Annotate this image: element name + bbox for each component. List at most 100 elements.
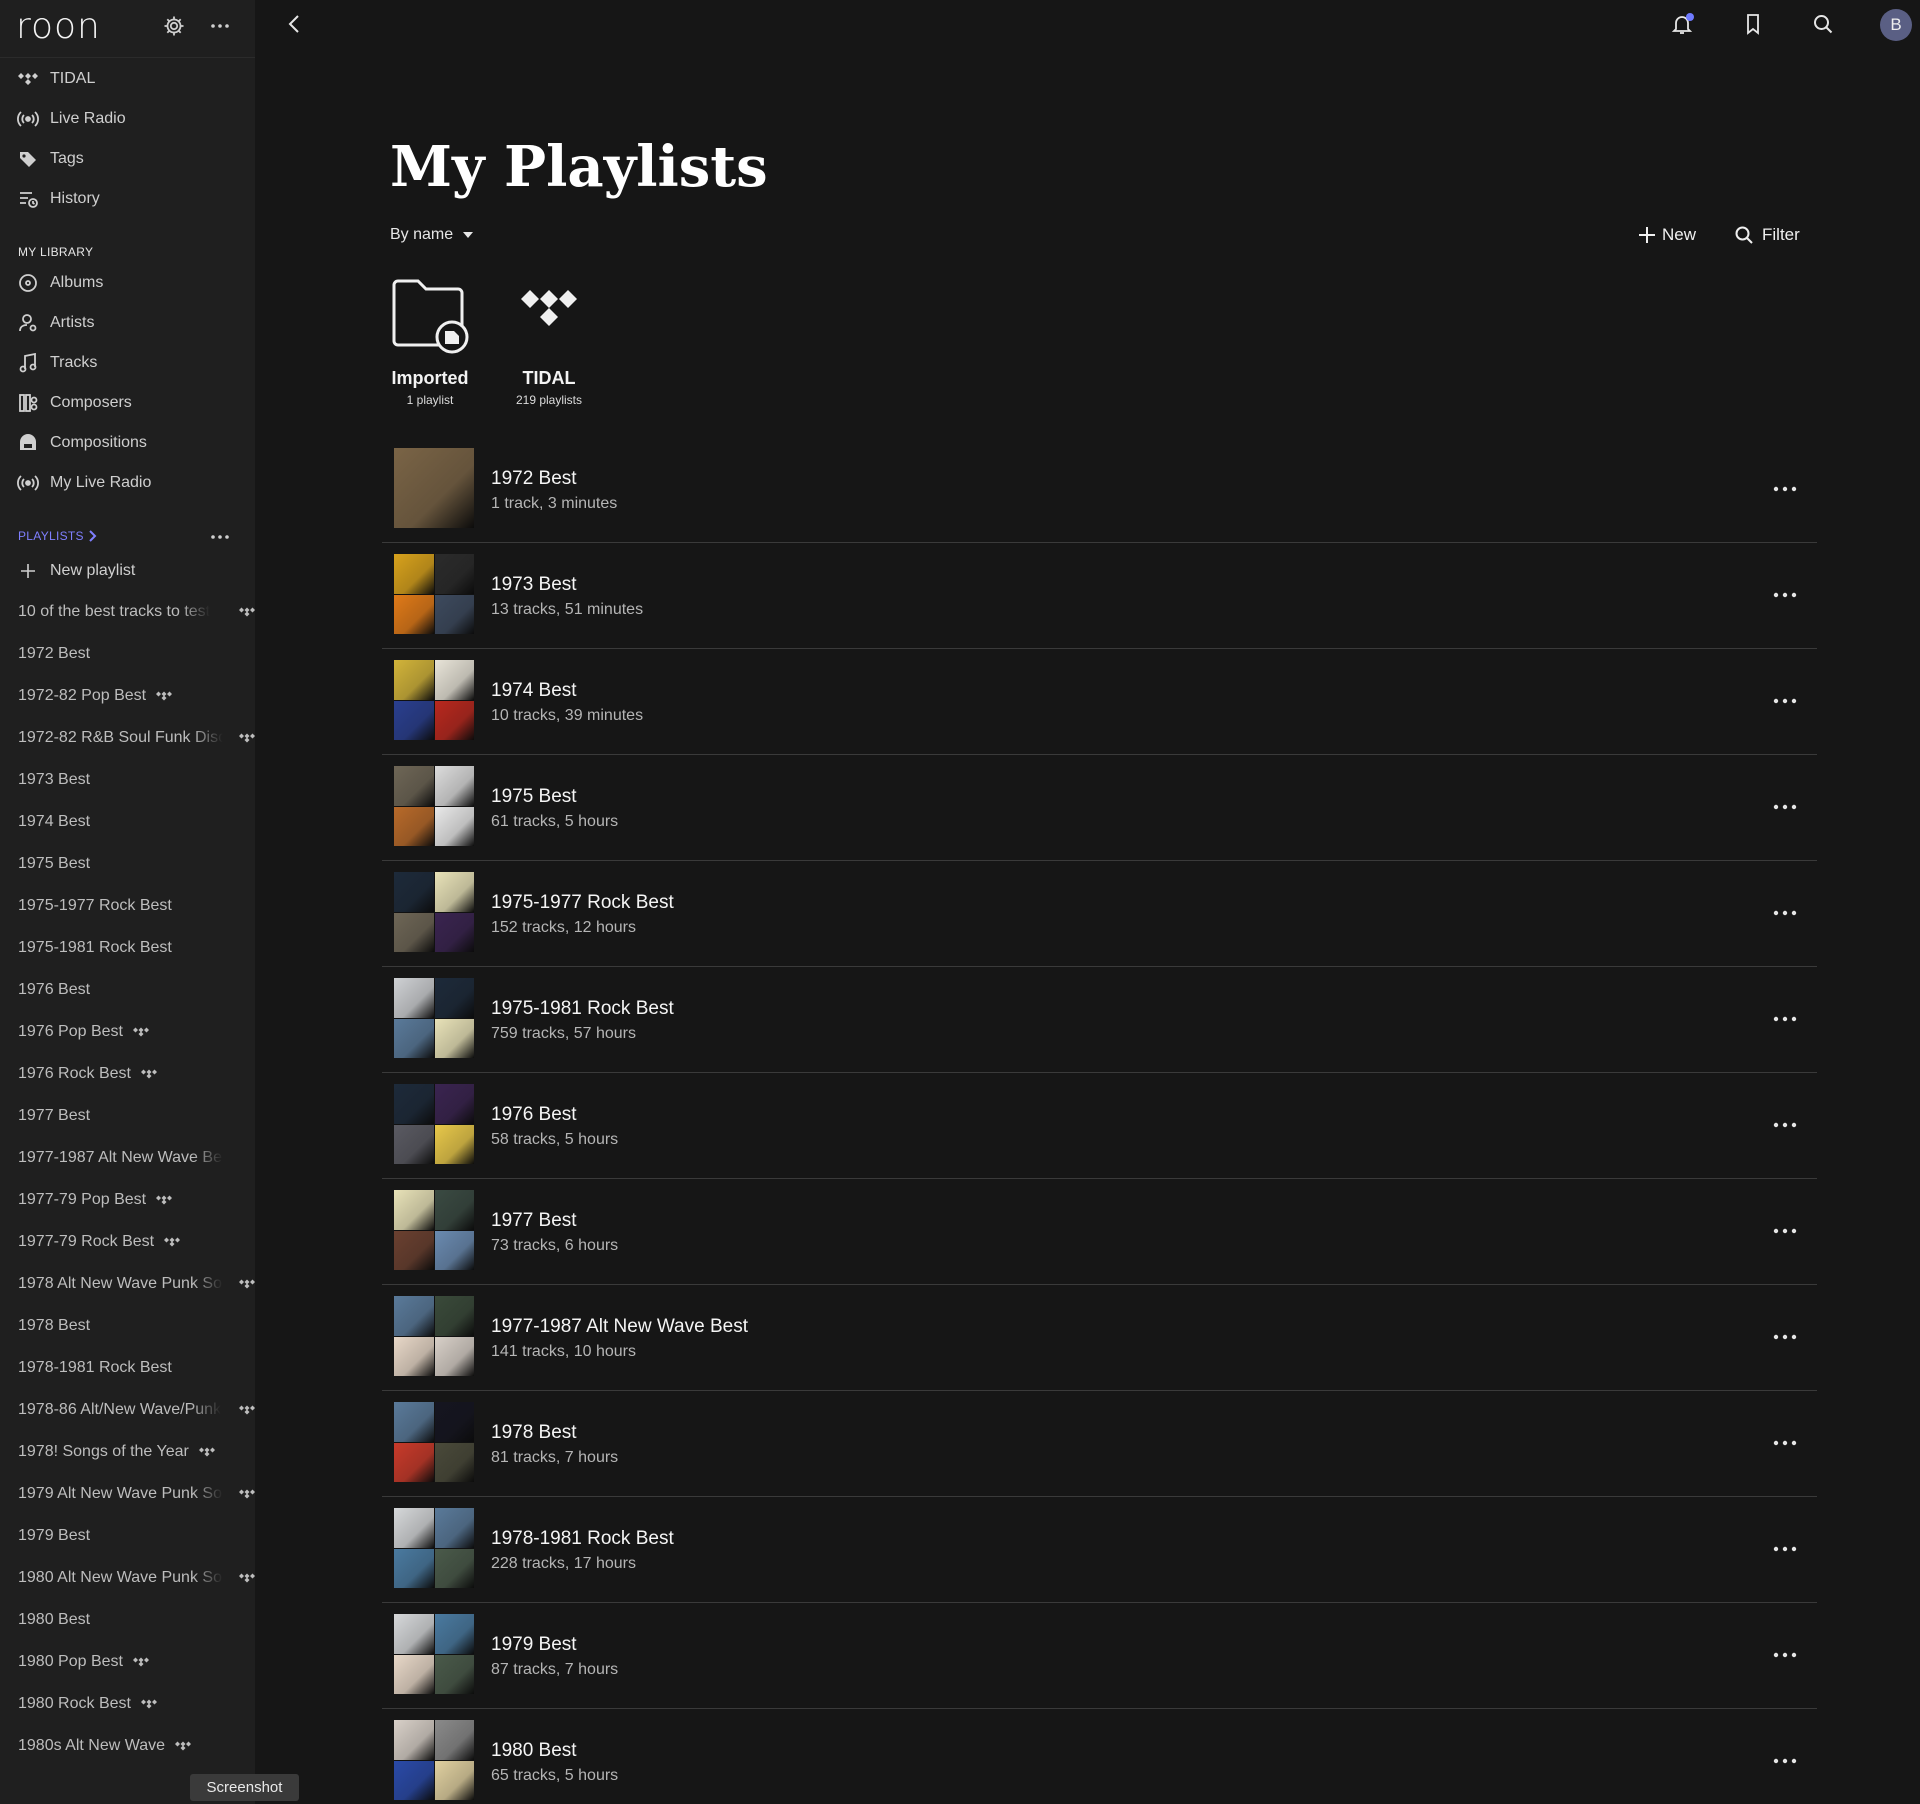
sort-dropdown[interactable]: By name — [390, 226, 474, 244]
sidebar-playlist-item[interactable]: 10 of the best tracks to test — [0, 591, 255, 633]
sidebar-item-compositions[interactable]: Compositions — [0, 423, 255, 463]
album-cover — [394, 766, 434, 806]
row-more-icon[interactable] — [1772, 481, 1798, 502]
sidebar-playlist-item[interactable]: 1976 Rock Best — [0, 1053, 255, 1095]
playlist-row[interactable]: 1980 Best 65 tracks, 5 hours — [382, 1709, 1817, 1804]
playlists-label[interactable]: PLAYLISTS — [18, 529, 84, 543]
playlist-row[interactable]: 1974 Best 10 tracks, 39 minutes — [382, 649, 1817, 755]
new-label: New — [1662, 225, 1697, 244]
bookmark-icon[interactable] — [1741, 12, 1765, 41]
roon-logo[interactable]: roon — [16, 6, 101, 47]
row-more-icon[interactable] — [1772, 1753, 1798, 1774]
sidebar-playlist-item[interactable]: 1972-82 R&B Soul Funk Disco — [0, 717, 255, 759]
row-more-icon[interactable] — [1772, 1435, 1798, 1456]
playlist-row[interactable]: 1978-1981 Rock Best 228 tracks, 17 hours — [382, 1497, 1817, 1603]
sidebar-item-live-radio[interactable]: Live Radio — [0, 99, 255, 139]
playlist-row[interactable]: 1975 Best 61 tracks, 5 hours — [382, 755, 1817, 861]
sidebar-playlist-item[interactable]: 1978 Alt New Wave Punk Songs — [0, 1263, 255, 1305]
settings-gear-icon[interactable] — [162, 14, 186, 43]
sidebar-item-my-live-radio[interactable]: My Live Radio — [0, 463, 255, 503]
playlist-row[interactable]: 1978 Best 81 tracks, 7 hours — [382, 1391, 1817, 1497]
sidebar-playlist-item[interactable]: 1980 Rock Best — [0, 1683, 255, 1725]
playlist-title[interactable]: 1980 Best — [491, 1740, 577, 1762]
playlist-row[interactable]: 1979 Best 87 tracks, 7 hours — [382, 1603, 1817, 1709]
playlist-row[interactable]: 1977-1987 Alt New Wave Best 141 tracks, 1… — [382, 1285, 1817, 1391]
playlist-title[interactable]: 1978 Best — [491, 1422, 577, 1444]
playlist-title[interactable]: 1977-1987 Alt New Wave Best — [491, 1316, 748, 1338]
sidebar-more-icon[interactable] — [208, 14, 232, 43]
playlist-row[interactable]: 1975-1977 Rock Best 152 tracks, 12 hours — [382, 861, 1817, 967]
playlist-title[interactable]: 1975 Best — [491, 786, 577, 808]
sidebar-playlist-item[interactable]: 1978-86 Alt/New Wave/Punk — [0, 1389, 255, 1431]
playlist-title[interactable]: 1972 Best — [491, 468, 577, 490]
sidebar-playlist-label: 1972-82 Pop Best — [18, 687, 147, 704]
sidebar-playlist-item[interactable]: 1979 Alt New Wave Punk Songs — [0, 1473, 255, 1515]
folder-tidal[interactable]: TIDAL 219 playlists — [494, 273, 604, 407]
sidebar-playlist-item[interactable]: 1978 Best — [0, 1305, 255, 1347]
sidebar-item-albums[interactable]: Albums — [0, 263, 255, 303]
sidebar-playlist-item[interactable]: 1975-1981 Rock Best — [0, 927, 255, 969]
sidebar-playlist-label: 1978-86 Alt/New Wave/Punk — [18, 1401, 222, 1418]
playlist-title[interactable]: 1975-1981 Rock Best — [491, 998, 674, 1020]
sidebar-playlist-item[interactable]: 1975-1977 Rock Best — [0, 885, 255, 927]
playlists-header[interactable]: PLAYLISTS — [0, 521, 255, 551]
sidebar-playlist-item[interactable]: 1972 Best — [0, 633, 255, 675]
search-icon[interactable] — [1811, 12, 1835, 41]
sidebar-item-tidal[interactable]: TIDAL — [0, 59, 255, 99]
sidebar-item-tags[interactable]: Tags — [0, 139, 255, 179]
sidebar-playlist-item[interactable]: 1980 Pop Best — [0, 1641, 255, 1683]
row-more-icon[interactable] — [1772, 1329, 1798, 1350]
row-more-icon[interactable] — [1772, 1011, 1798, 1032]
playlist-artwork — [394, 448, 474, 528]
sidebar-playlist-item[interactable]: 1979 Best — [0, 1515, 255, 1557]
playlist-title[interactable]: 1979 Best — [491, 1634, 577, 1656]
sidebar-playlist-item[interactable]: 1976 Best — [0, 969, 255, 1011]
sidebar-playlist-item[interactable]: 1977 Best — [0, 1095, 255, 1137]
sidebar-playlist-item[interactable]: 1978-1981 Rock Best — [0, 1347, 255, 1389]
row-more-icon[interactable] — [1772, 587, 1798, 608]
row-more-icon[interactable] — [1772, 1541, 1798, 1562]
sidebar-playlist-item[interactable]: 1980s Alt New Wave — [0, 1725, 255, 1767]
playlist-row[interactable]: 1977 Best 73 tracks, 6 hours — [382, 1179, 1817, 1285]
playlist-row[interactable]: 1976 Best 58 tracks, 5 hours — [382, 1073, 1817, 1179]
user-avatar[interactable]: B — [1880, 9, 1912, 41]
row-more-icon[interactable] — [1772, 1647, 1798, 1668]
playlist-title[interactable]: 1974 Best — [491, 680, 577, 702]
row-more-icon[interactable] — [1772, 1117, 1798, 1138]
sidebar-playlist-item[interactable]: 1980 Alt New Wave Punk Songs — [0, 1557, 255, 1599]
filter-button[interactable]: Filter — [1734, 225, 1800, 245]
sidebar-item-composers[interactable]: Composers — [0, 383, 255, 423]
sidebar-playlist-item[interactable]: 1973 Best — [0, 759, 255, 801]
sidebar-playlist-item[interactable]: 1977-1987 Alt New Wave Best — [0, 1137, 255, 1179]
notifications-bell-icon[interactable] — [1670, 12, 1694, 41]
sidebar-playlist-item[interactable]: 1972-82 Pop Best — [0, 675, 255, 717]
sidebar-item-history[interactable]: History — [0, 179, 255, 219]
playlist-title[interactable]: 1975-1977 Rock Best — [491, 892, 674, 914]
playlist-title[interactable]: 1976 Best — [491, 1104, 577, 1126]
sidebar-playlist-item[interactable]: 1975 Best — [0, 843, 255, 885]
playlist-title[interactable]: 1973 Best — [491, 574, 577, 596]
playlist-row[interactable]: 1973 Best 13 tracks, 51 minutes — [382, 543, 1817, 649]
playlist-title[interactable]: 1978-1981 Rock Best — [491, 1528, 674, 1550]
sidebar-playlist-item[interactable]: 1977-79 Pop Best — [0, 1179, 255, 1221]
row-more-icon[interactable] — [1772, 1223, 1798, 1244]
sidebar-playlist-item[interactable]: 1974 Best — [0, 801, 255, 843]
folder-imported[interactable]: Imported 1 playlist — [375, 273, 485, 407]
playlist-row[interactable]: 1975-1981 Rock Best 759 tracks, 57 hours — [382, 967, 1817, 1073]
sidebar-item-tracks[interactable]: Tracks — [0, 343, 255, 383]
playlist-title[interactable]: 1977 Best — [491, 1210, 577, 1232]
back-icon[interactable] — [283, 12, 307, 41]
sidebar-item-artists[interactable]: Artists — [0, 303, 255, 343]
row-more-icon[interactable] — [1772, 799, 1798, 820]
sidebar-playlist-item[interactable]: 1980 Best — [0, 1599, 255, 1641]
new-playlist-top-button[interactable]: New — [1638, 225, 1696, 245]
new-playlist-button[interactable]: New playlist — [0, 551, 255, 591]
sidebar-playlist-item[interactable]: 1976 Pop Best — [0, 1011, 255, 1053]
row-more-icon[interactable] — [1772, 905, 1798, 926]
row-more-icon[interactable] — [1772, 693, 1798, 714]
sidebar-playlist-item[interactable]: 1977-79 Rock Best — [0, 1221, 255, 1263]
playlist-row[interactable]: 1972 Best 1 track, 3 minutes — [382, 437, 1817, 543]
playlists-more-icon[interactable] — [208, 527, 232, 550]
sidebar-item-label: Compositions — [50, 434, 147, 451]
sidebar-playlist-item[interactable]: 1978! Songs of the Year — [0, 1431, 255, 1473]
